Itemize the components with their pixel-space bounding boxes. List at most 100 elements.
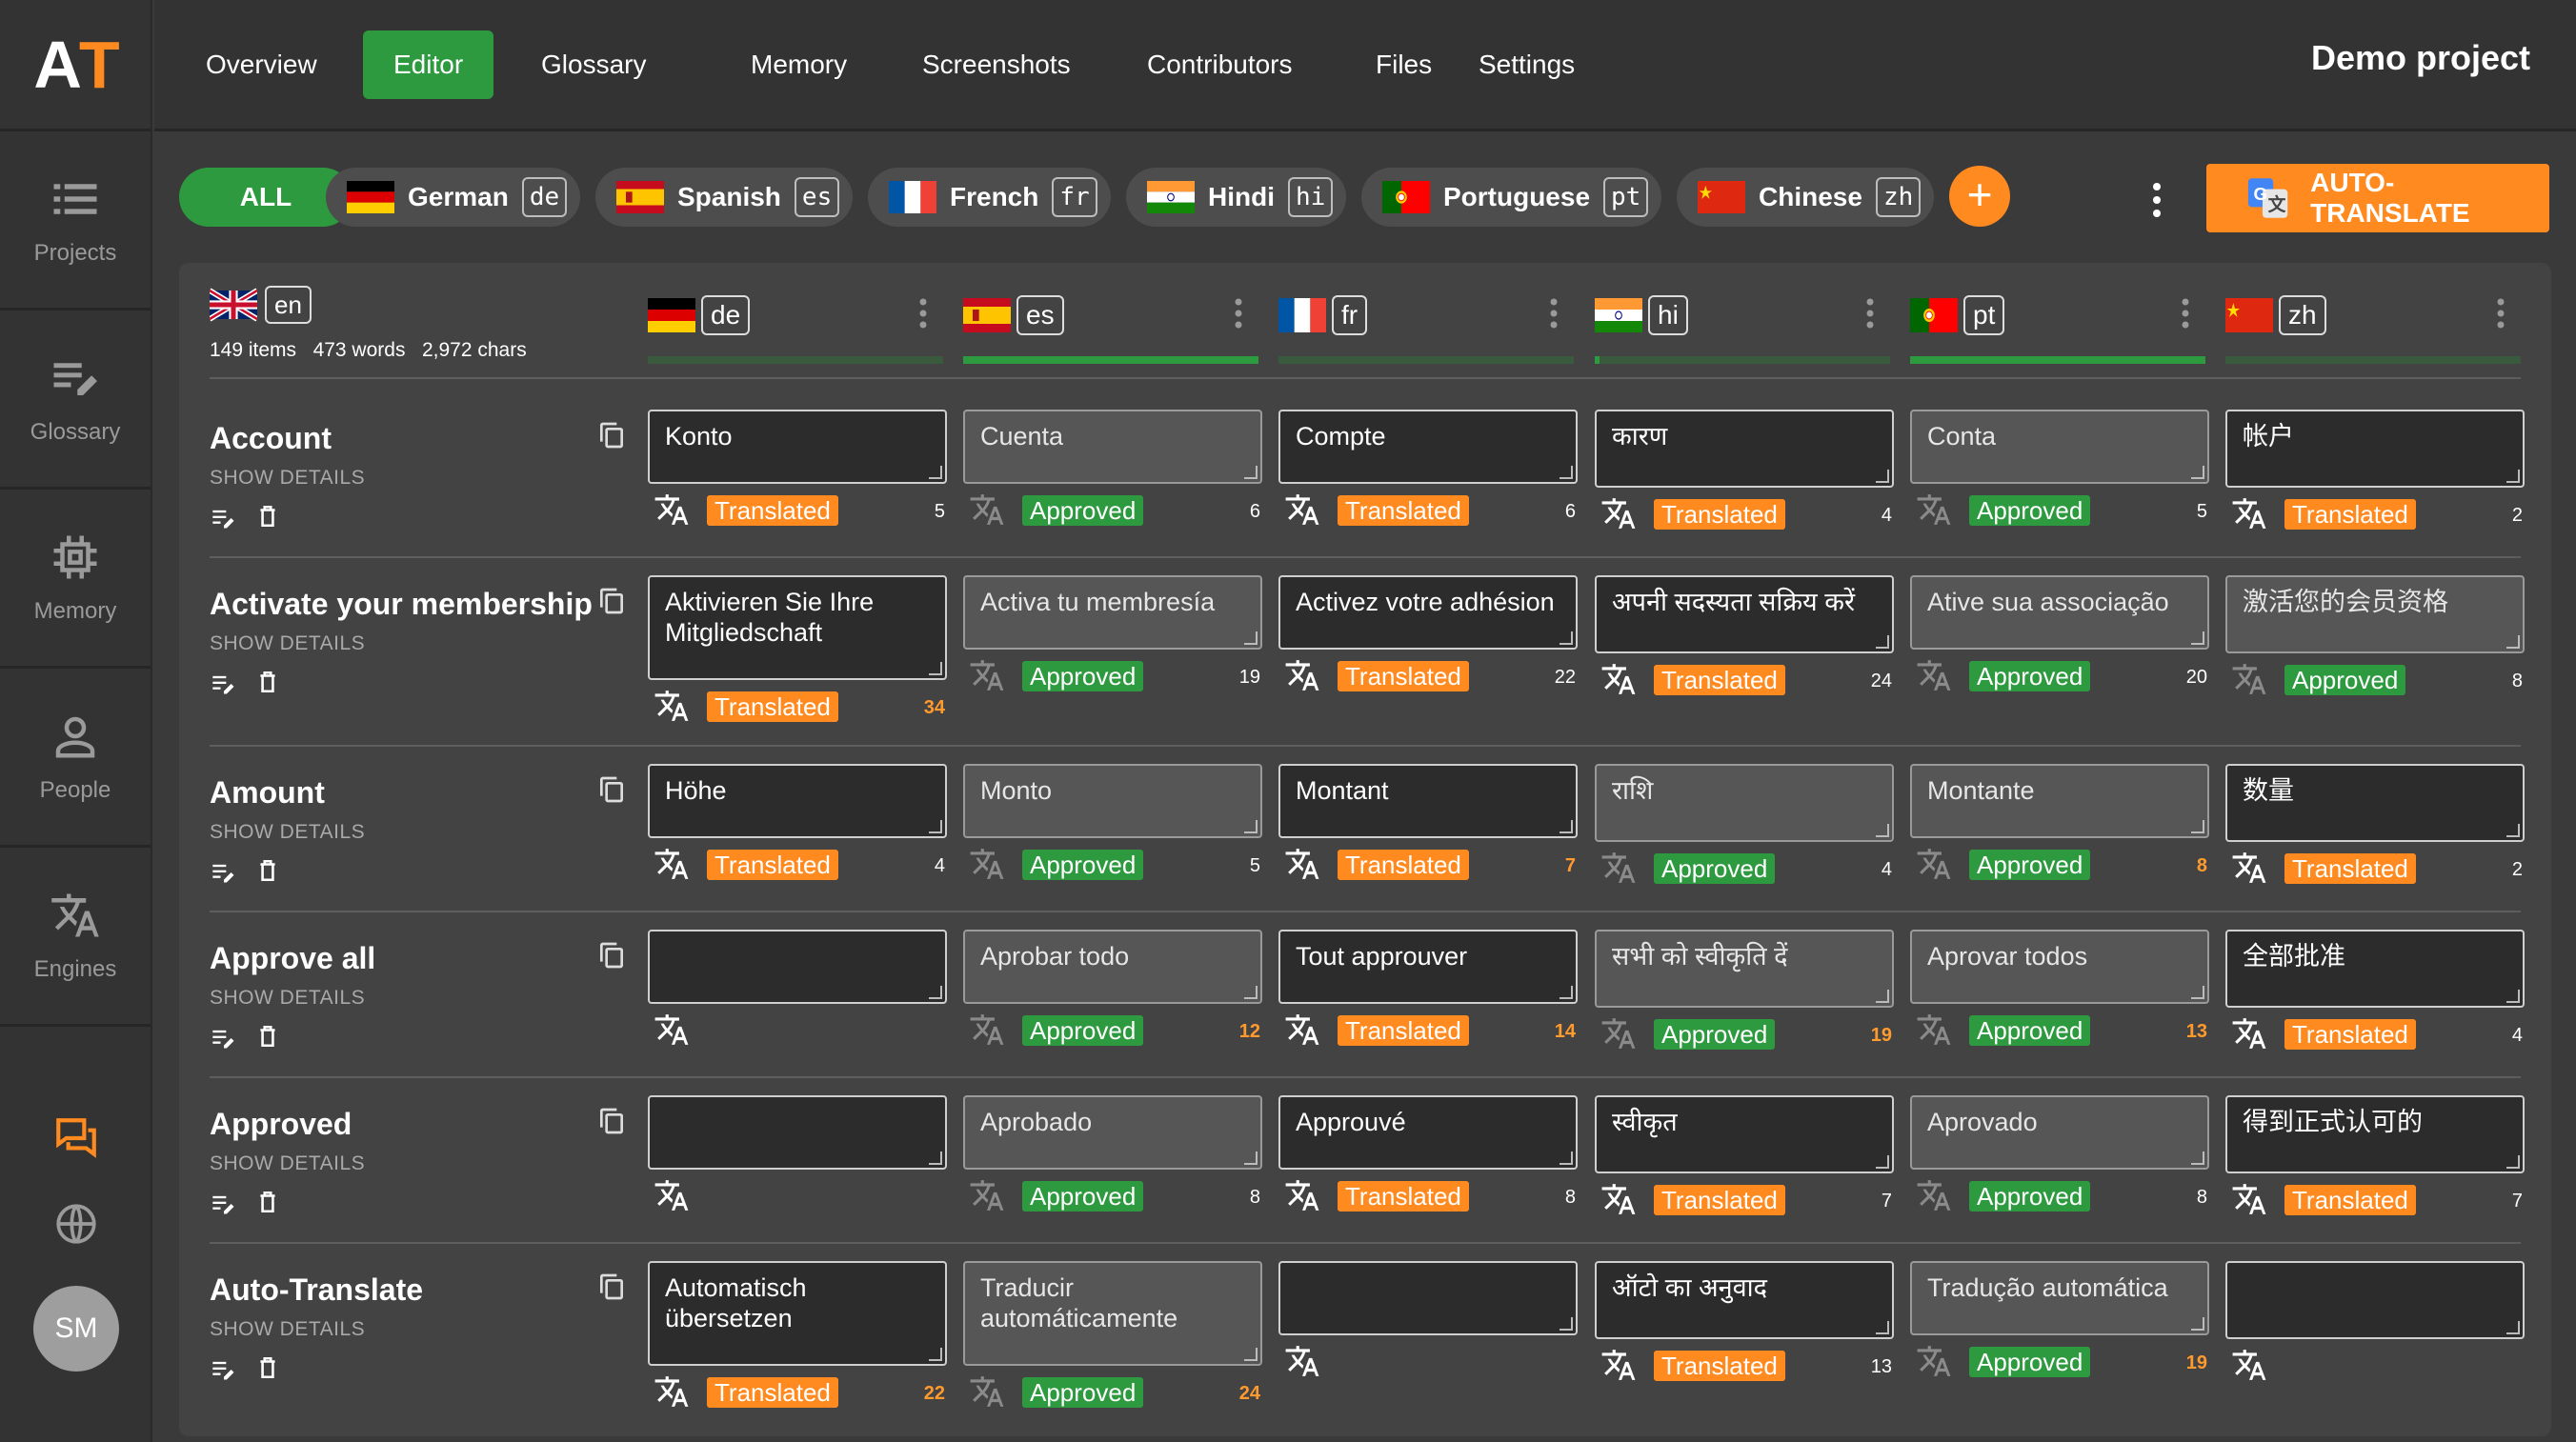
translate-icon[interactable]	[1916, 491, 1952, 528]
translation-field[interactable]: Activez votre adhésion	[1278, 575, 1578, 650]
translate-icon[interactable]	[969, 1373, 1005, 1410]
translate-icon[interactable]	[969, 846, 1005, 882]
nav-settings[interactable]: Settings	[1448, 30, 1605, 99]
translation-field[interactable]: Aktivieren Sie Ihre Mitgliedschaft	[648, 575, 947, 680]
translation-field[interactable]: स्वीकृत	[1595, 1095, 1894, 1173]
edit-key-icon[interactable]	[210, 671, 238, 697]
translate-icon[interactable]	[654, 1373, 690, 1410]
sidebar-item-glossary[interactable]: Glossary	[0, 310, 151, 490]
nav-glossary[interactable]: Glossary	[511, 30, 676, 99]
translation-field[interactable]: Compte	[1278, 410, 1578, 484]
column-options-icon[interactable]	[1865, 297, 1875, 330]
translate-icon[interactable]	[2231, 1181, 2267, 1217]
translate-icon[interactable]	[2231, 495, 2267, 531]
show-details-link[interactable]: SHOW DETAILS	[210, 987, 365, 1010]
translate-icon[interactable]	[969, 1011, 1005, 1048]
delete-icon[interactable]	[255, 857, 280, 884]
edit-key-icon[interactable]	[210, 1356, 238, 1383]
copy-icon[interactable]	[596, 939, 627, 971]
translate-icon[interactable]	[2231, 1015, 2267, 1051]
delete-icon[interactable]	[255, 669, 280, 695]
column-options-icon[interactable]	[1234, 297, 1243, 330]
copy-icon[interactable]	[596, 419, 627, 451]
translate-icon[interactable]	[2231, 1347, 2267, 1383]
show-details-link[interactable]: SHOW DETAILS	[210, 821, 365, 844]
translation-field[interactable]: Approuvé	[1278, 1095, 1578, 1170]
delete-icon[interactable]	[255, 1023, 280, 1050]
filter-portuguese[interactable]: Portuguese pt	[1361, 168, 1662, 227]
nav-contributors[interactable]: Contributors	[1117, 30, 1323, 99]
translate-icon[interactable]	[1284, 1343, 1320, 1379]
translation-field[interactable]: 帐户	[2225, 410, 2525, 488]
translate-icon[interactable]	[969, 491, 1005, 528]
translate-icon[interactable]	[1916, 1343, 1952, 1379]
translation-field[interactable]: Montante	[1910, 764, 2209, 838]
filter-spanish[interactable]: Spanish es	[595, 168, 854, 227]
translate-icon[interactable]	[1600, 850, 1637, 886]
translation-field[interactable]: 得到正式认可的	[2225, 1095, 2525, 1173]
auto-translate-button[interactable]: G文 AUTO-TRANSLATE	[2206, 164, 2549, 232]
translation-field[interactable]: Ative sua associação	[1910, 575, 2209, 650]
translation-field[interactable]: Aprobado	[963, 1095, 1262, 1170]
show-details-link[interactable]: SHOW DETAILS	[210, 467, 365, 490]
translation-field[interactable]: Aprovar todos	[1910, 930, 2209, 1004]
translate-icon[interactable]	[1284, 846, 1320, 882]
translate-icon[interactable]	[654, 1011, 690, 1048]
translation-field[interactable]	[1278, 1261, 1578, 1335]
edit-key-icon[interactable]	[210, 505, 238, 531]
translation-field[interactable]: Automatisch übersetzen	[648, 1261, 947, 1366]
copy-icon[interactable]	[596, 585, 627, 617]
translation-field[interactable]: राशि	[1595, 764, 1894, 842]
translate-icon[interactable]	[654, 1177, 690, 1213]
translation-field[interactable]: Cuenta	[963, 410, 1262, 484]
column-options-icon[interactable]	[918, 297, 928, 330]
translation-field[interactable]: 激活您的会员资格	[2225, 575, 2525, 653]
add-language-button[interactable]: +	[1949, 166, 2010, 227]
show-details-link[interactable]: SHOW DETAILS	[210, 632, 365, 655]
translate-icon[interactable]	[1284, 1177, 1320, 1213]
sidebar-item-memory[interactable]: Memory	[0, 490, 151, 669]
translation-field[interactable]: 全部批准	[2225, 930, 2525, 1008]
translation-field[interactable]: अपनी सदस्यता सक्रिय करें	[1595, 575, 1894, 653]
column-options-icon[interactable]	[2496, 297, 2506, 330]
translate-icon[interactable]	[969, 1177, 1005, 1213]
translate-icon[interactable]	[2231, 661, 2267, 697]
translate-icon[interactable]	[1916, 657, 1952, 693]
translate-icon[interactable]	[1600, 1015, 1637, 1051]
translation-field[interactable]: कारण	[1595, 410, 1894, 488]
sidebar-item-people[interactable]: People	[0, 669, 151, 848]
translate-icon[interactable]	[1284, 491, 1320, 528]
delete-icon[interactable]	[255, 1189, 280, 1215]
translation-field[interactable]: Activa tu membresía	[963, 575, 1262, 650]
delete-icon[interactable]	[255, 1354, 280, 1381]
translate-icon[interactable]	[1284, 657, 1320, 693]
translate-icon[interactable]	[654, 846, 690, 882]
translation-field[interactable]: Tradução automática	[1910, 1261, 2209, 1335]
translation-field[interactable]: 数量	[2225, 764, 2525, 842]
filter-german[interactable]: German de	[326, 168, 581, 227]
copy-icon[interactable]	[596, 773, 627, 806]
app-logo[interactable]: AT	[0, 0, 151, 131]
edit-key-icon[interactable]	[210, 859, 238, 886]
column-options-icon[interactable]	[2181, 297, 2190, 330]
translation-field[interactable]: सभी को स्वीकृति दें	[1595, 930, 1894, 1008]
edit-key-icon[interactable]	[210, 1191, 238, 1217]
translate-icon[interactable]	[1600, 495, 1637, 531]
nav-overview[interactable]: Overview	[175, 30, 348, 99]
translate-icon[interactable]	[1600, 661, 1637, 697]
translate-icon[interactable]	[654, 491, 690, 528]
nav-memory[interactable]: Memory	[720, 30, 877, 99]
translation-field[interactable]: Monto	[963, 764, 1262, 838]
copy-icon[interactable]	[596, 1271, 627, 1303]
avatar[interactable]: SM	[33, 1286, 119, 1372]
translation-field[interactable]	[648, 930, 947, 1004]
nav-files[interactable]: Files	[1345, 30, 1462, 99]
translation-field[interactable]: Conta	[1910, 410, 2209, 484]
translate-icon[interactable]	[1916, 846, 1952, 882]
translate-icon[interactable]	[1600, 1347, 1637, 1383]
translation-field[interactable]	[2225, 1261, 2525, 1339]
show-details-link[interactable]: SHOW DETAILS	[210, 1318, 365, 1341]
translate-icon[interactable]	[1916, 1011, 1952, 1048]
translation-field[interactable]: Aprobar todo	[963, 930, 1262, 1004]
column-options-icon[interactable]	[1549, 297, 1559, 330]
